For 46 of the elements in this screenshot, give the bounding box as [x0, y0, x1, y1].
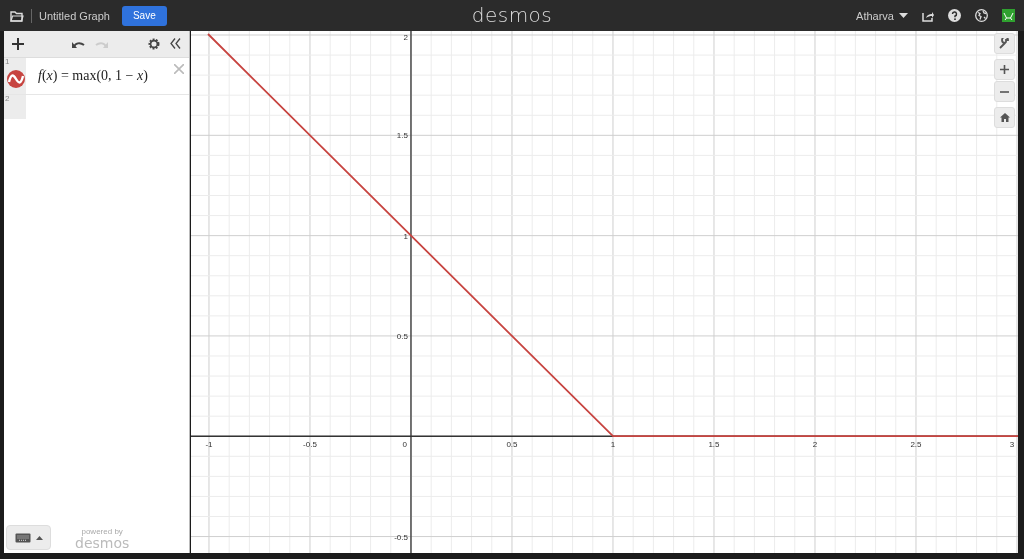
tick-label: 3: [1009, 440, 1015, 450]
save-button[interactable]: Save: [121, 5, 167, 26]
desmos-wordmark: desmos: [75, 536, 130, 550]
keyboard-button[interactable]: [6, 525, 51, 550]
tick-label: 1.5: [396, 131, 408, 141]
line-number: 1: [5, 58, 10, 66]
desmos-logo: desmos: [471, 3, 553, 27]
help-icon[interactable]: [948, 9, 961, 22]
tick-label: 0: [402, 440, 407, 450]
tick-label: 1: [610, 440, 616, 450]
tick-label: 0.5: [396, 331, 408, 341]
tick-label: 2.5: [910, 440, 922, 450]
wrench-icon: [999, 38, 1010, 49]
tick-label: 1.5: [708, 440, 720, 450]
tick-label: -1: [205, 440, 213, 450]
user-menu[interactable]: Atharva: [856, 9, 908, 22]
tick-label: 1: [403, 231, 408, 241]
tick-label: 2: [403, 33, 408, 42]
graph-title[interactable]: Untitled Graph: [39, 9, 110, 22]
powered-by-text: powered by: [81, 528, 123, 536]
caret-down-icon: [899, 13, 908, 18]
zoom-in-button[interactable]: [994, 59, 1015, 80]
math-expression[interactable]: f(x) = max(0, 1 − x): [38, 68, 148, 84]
globe-icon[interactable]: [975, 9, 988, 22]
wrench-button[interactable]: [994, 33, 1015, 54]
tick-label: -0.5: [303, 440, 317, 450]
collapse-icon[interactable]: [170, 38, 181, 49]
user-avatar-icon[interactable]: [1002, 9, 1015, 22]
keyboard-icon: [14, 532, 31, 543]
tick-label: 0.5: [506, 440, 518, 450]
redo-icon: [95, 39, 108, 49]
tick-label: 2: [812, 440, 818, 450]
graph-style-icon[interactable]: [6, 70, 25, 88]
settings-icon[interactable]: [148, 38, 160, 50]
caret-up-icon: [35, 535, 43, 540]
line-number: 2: [5, 95, 10, 103]
minus-icon: [1000, 90, 1009, 93]
folder-icon[interactable]: [10, 9, 24, 22]
undo-icon[interactable]: [72, 39, 85, 49]
tick-label: -0.5: [394, 532, 408, 542]
home-icon: [999, 113, 1010, 122]
add-icon[interactable]: [12, 38, 24, 50]
graph-canvas[interactable]: -1 -0.5 0 0.5 1 1.5 2 2.5 3 -0.5 0.5 1 1.5 2: [191, 31, 1018, 553]
home-button[interactable]: [994, 107, 1015, 128]
plus-icon: [1000, 65, 1009, 74]
zoom-out-button[interactable]: [994, 81, 1015, 102]
